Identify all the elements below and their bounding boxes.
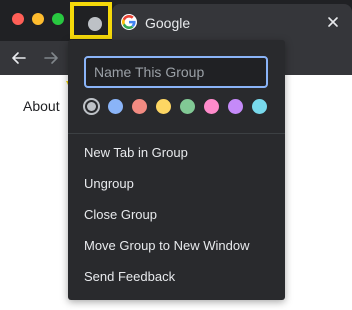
color-swatch-selected-dot xyxy=(87,102,96,111)
color-swatch[interactable] xyxy=(108,99,123,114)
menu-item-ungroup[interactable]: Ungroup xyxy=(68,168,285,199)
color-swatch[interactable] xyxy=(132,99,147,114)
color-swatch[interactable] xyxy=(204,99,219,114)
tab-title: Google xyxy=(145,15,191,31)
about-link[interactable]: About xyxy=(23,98,60,114)
color-swatch[interactable] xyxy=(180,99,195,114)
title-bar: Google xyxy=(0,0,352,41)
menu-item-close-group[interactable]: Close Group xyxy=(68,199,285,230)
menu-item-send-feedback[interactable]: Send Feedback xyxy=(68,261,285,292)
forward-arrow-icon[interactable] xyxy=(40,47,62,69)
google-favicon-icon xyxy=(121,14,137,30)
close-window-button[interactable] xyxy=(12,13,24,25)
tab-group-chip[interactable] xyxy=(88,17,102,31)
tab-close-icon[interactable] xyxy=(322,11,344,33)
tab-group-chip-highlight xyxy=(70,2,112,39)
menu-item-move-group-to-new-window[interactable]: Move Group to New Window xyxy=(68,230,285,261)
color-swatch[interactable] xyxy=(156,99,171,114)
tab-google[interactable]: Google xyxy=(112,4,352,41)
back-arrow-icon[interactable] xyxy=(8,47,30,69)
menu-item-new-tab-in-group[interactable]: New Tab in Group xyxy=(68,137,285,168)
color-swatch[interactable] xyxy=(228,99,243,114)
minimize-window-button[interactable] xyxy=(32,13,44,25)
group-name-input[interactable] xyxy=(84,56,268,88)
menu-divider xyxy=(68,133,285,134)
tab-group-menu: New Tab in Group Ungroup Close Group Mov… xyxy=(68,40,285,300)
color-swatch[interactable] xyxy=(252,99,267,114)
zoom-window-button[interactable] xyxy=(52,13,64,25)
